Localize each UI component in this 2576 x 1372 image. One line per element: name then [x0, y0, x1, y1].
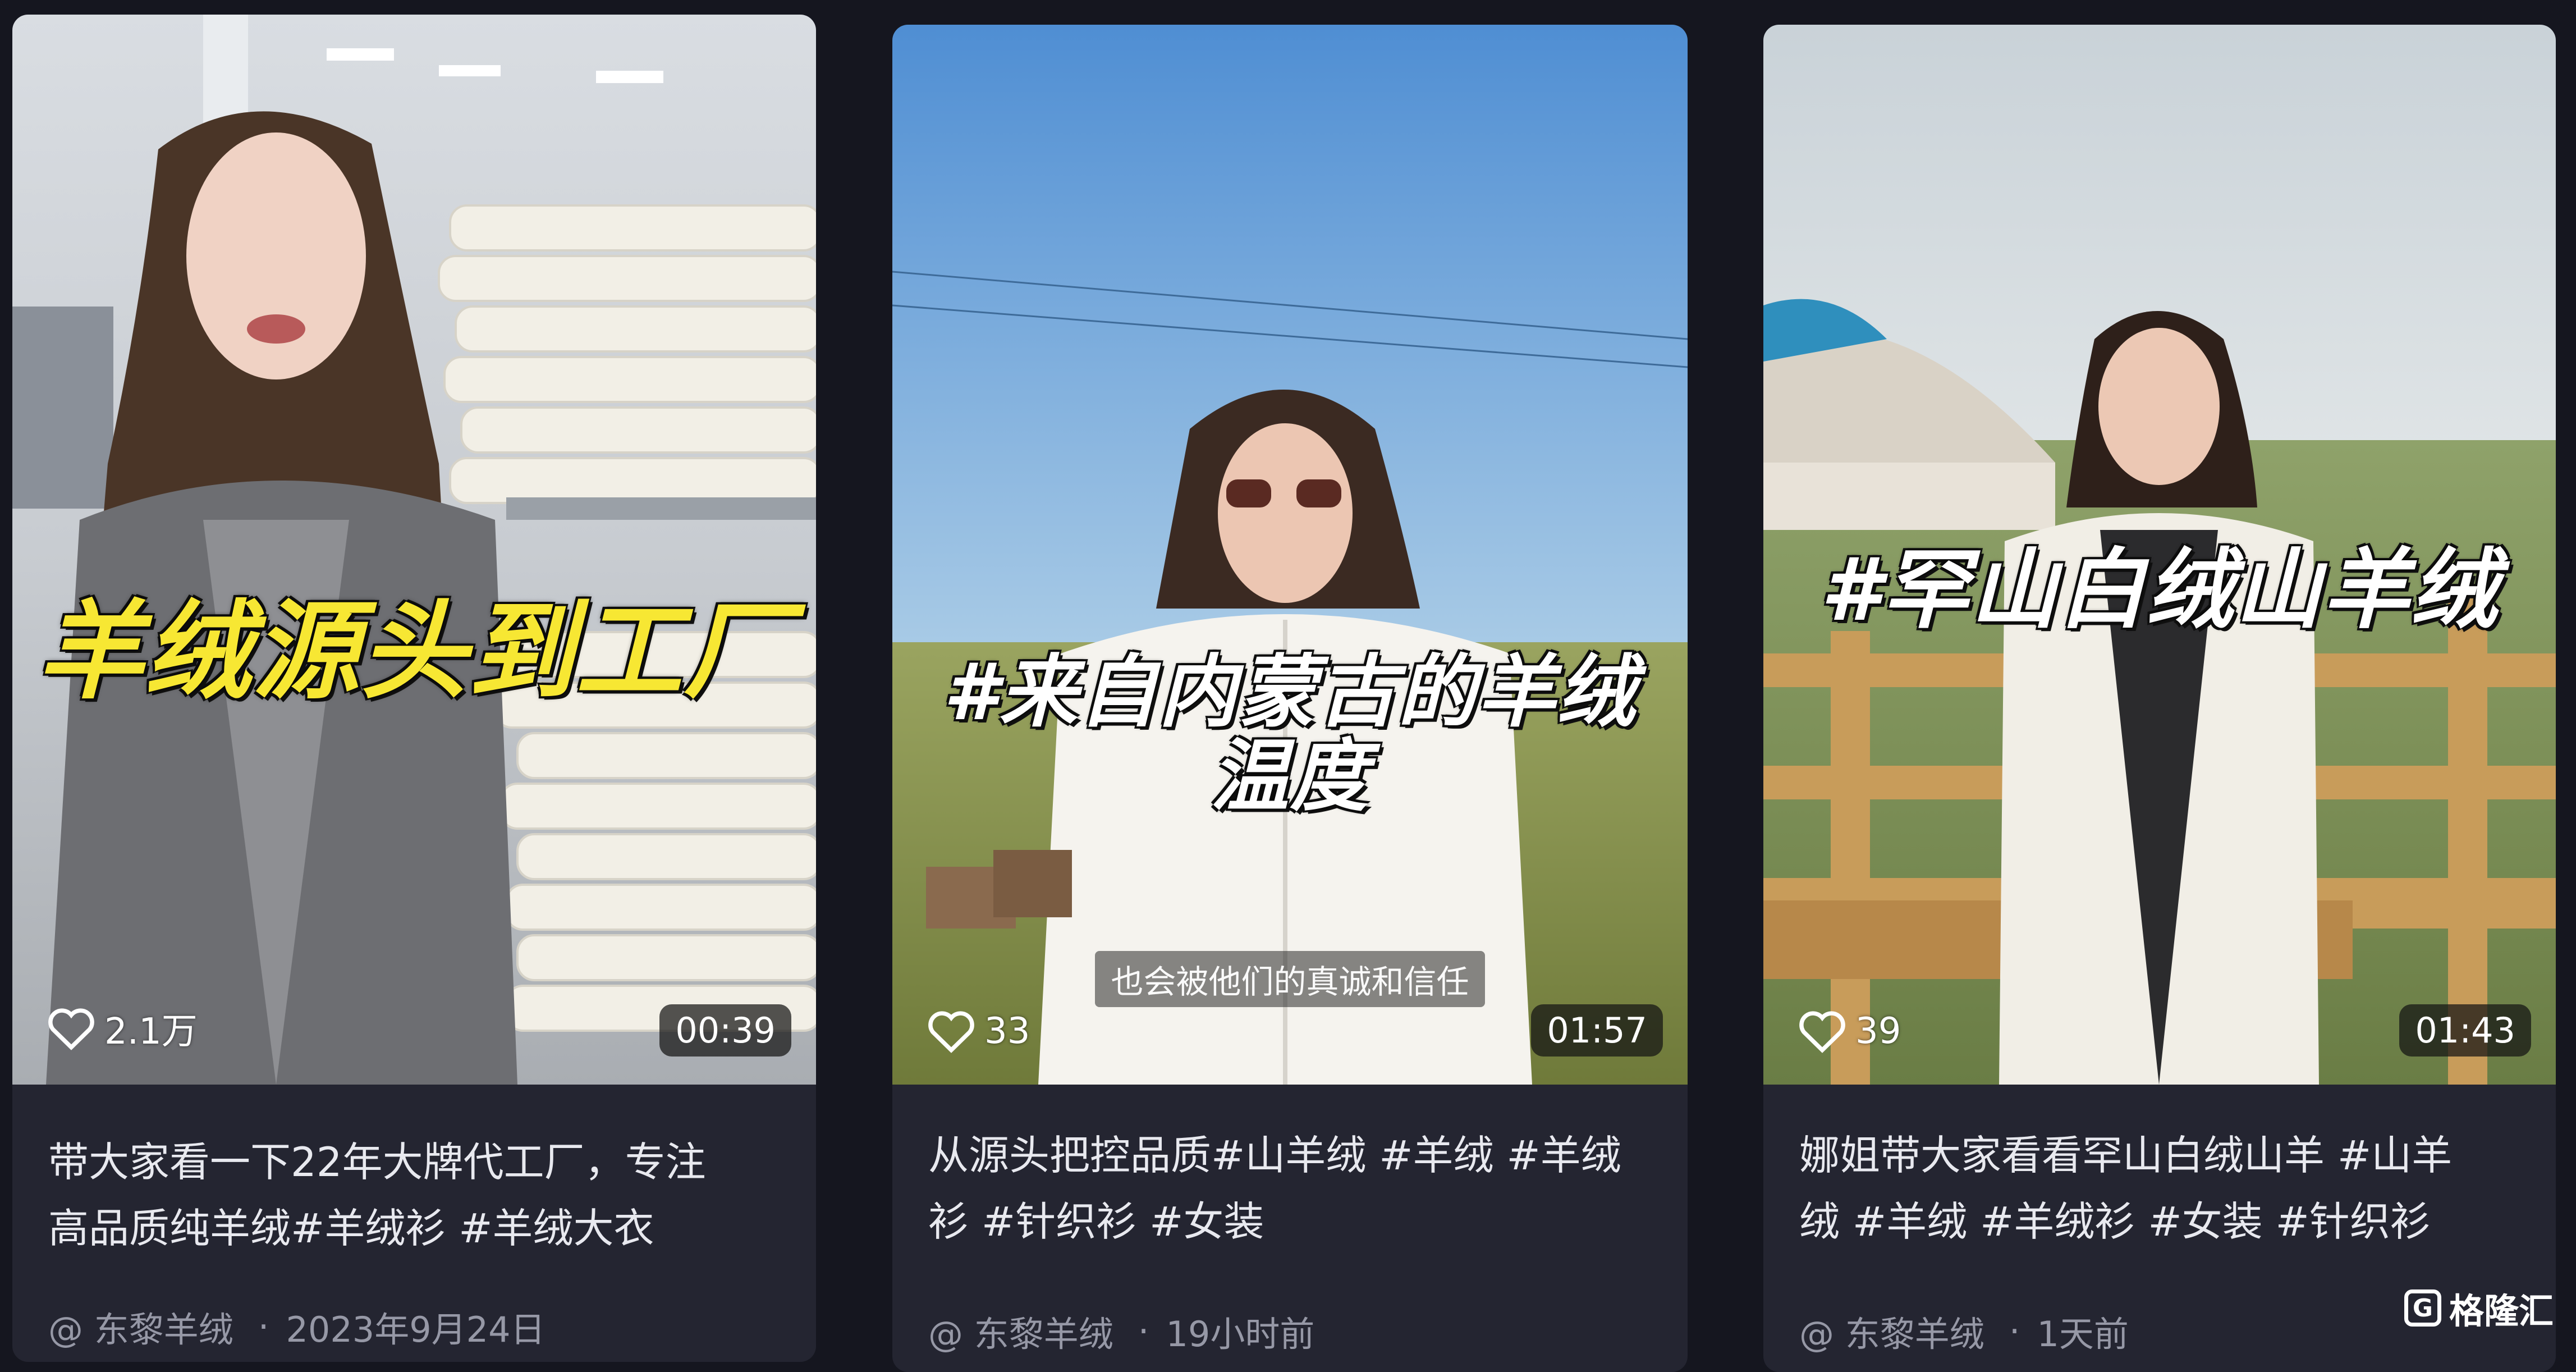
like-count-value: 2.1万 — [104, 1011, 198, 1053]
video-grid: 羊绒源头到工厂 2.1万 00:39 带大家看一下22年大牌代工厂，专注 高品质… — [0, 0, 2576, 1372]
like-count: 39 — [1797, 1008, 1901, 1054]
video-thumbnail[interactable]: #罕山白绒山羊绒 39 01:43 — [1763, 25, 2556, 1085]
like-count-value: 33 — [984, 1010, 1030, 1052]
video-description-line: 衫 #针织衫 #女装 — [928, 1198, 1264, 1245]
video-meta: @ 东黎羊绒 · 2023年9月24日 — [48, 1301, 546, 1352]
watermark-text: 格隆汇 — [2449, 1291, 2554, 1332]
video-overlay-title-line: #来自内蒙古的羊绒 — [943, 647, 1637, 738]
video-thumbnail[interactable]: #来自内蒙古的羊绒 温度 也会被他们的真诚和信任 33 01:57 — [892, 25, 1688, 1085]
video-meta: @ 东黎羊绒 · 1天前 — [1799, 1306, 2129, 1356]
video-description-line: 高品质纯羊绒#羊绒衫 #羊绒大衣 — [48, 1205, 654, 1252]
meta-separator: · — [2009, 1310, 2020, 1352]
heart-outline-icon[interactable] — [1797, 1008, 1848, 1054]
heart-outline-icon[interactable] — [926, 1008, 977, 1054]
video-meta: @ 东黎羊绒 · 19小时前 — [928, 1306, 1314, 1356]
author-name[interactable]: @ 东黎羊绒 — [1799, 1306, 1984, 1356]
publish-time: 1天前 — [2037, 1314, 2129, 1355]
author-name[interactable]: @ 东黎羊绒 — [48, 1301, 233, 1352]
video-description[interactable]: 带大家看一下22年大牌代工厂，专注 高品质纯羊绒#羊绒衫 #羊绒大衣 — [48, 1129, 782, 1261]
video-description[interactable]: 从源头把控品质#山羊绒 #羊绒 #羊绒 衫 #针织衫 #女装 — [928, 1122, 1654, 1255]
video-card-2[interactable]: #来自内蒙古的羊绒 温度 也会被他们的真诚和信任 33 01:57 从源头把控品… — [892, 25, 1688, 1372]
video-card-3[interactable]: #罕山白绒山羊绒 39 01:43 娜姐带大家看看罕山白绒山羊 #山羊 绒 #羊… — [1763, 25, 2556, 1372]
watermark: G 格隆汇 — [2404, 1283, 2554, 1333]
video-card-1[interactable]: 羊绒源头到工厂 2.1万 00:39 带大家看一下22年大牌代工厂，专注 高品质… — [12, 15, 816, 1362]
meta-separator: · — [258, 1306, 269, 1347]
like-count-value: 39 — [1855, 1010, 1901, 1052]
video-description[interactable]: 娜姐带大家看看罕山白绒山羊 #山羊 绒 #羊绒 #羊绒衫 #女装 #针织衫 — [1799, 1122, 2522, 1255]
video-duration-badge: 01:43 — [2399, 1004, 2531, 1057]
meta-separator: · — [1138, 1310, 1149, 1352]
publish-time: 19小时前 — [1166, 1314, 1315, 1355]
gelonghui-logo-icon: G — [2404, 1289, 2441, 1327]
video-overlay-title: #来自内蒙古的羊绒 温度 — [892, 651, 1688, 819]
video-overlay-title-line: 温度 — [1210, 731, 1370, 822]
like-count: 2.1万 — [46, 1003, 198, 1054]
publish-time: 2023年9月24日 — [286, 1309, 546, 1350]
video-caption: 也会被他们的真诚和信任 — [892, 951, 1688, 1007]
like-count: 33 — [926, 1008, 1030, 1054]
author-name[interactable]: @ 东黎羊绒 — [928, 1306, 1113, 1356]
video-description-line: 娜姐带大家看看罕山白绒山羊 #山羊 — [1799, 1132, 2453, 1179]
video-thumbnail[interactable]: 羊绒源头到工厂 2.1万 00:39 — [12, 15, 816, 1085]
video-description-line: 带大家看一下22年大牌代工厂，专注 — [48, 1138, 706, 1186]
video-caption-text: 也会被他们的真诚和信任 — [1095, 951, 1485, 1007]
video-overlay-title: 羊绒源头到工厂 — [36, 589, 791, 714]
video-overlay-title: #罕山白绒山羊绒 — [1820, 539, 2499, 641]
heart-outline-icon[interactable] — [46, 1005, 97, 1051]
video-duration-badge: 00:39 — [659, 1004, 791, 1057]
video-description-line: 从源头把控品质#山羊绒 #羊绒 #羊绒 — [928, 1132, 1621, 1179]
video-duration-badge: 01:57 — [1531, 1004, 1663, 1057]
grassland-scene-image — [892, 25, 1688, 1085]
factory-scene-image — [12, 15, 816, 1085]
video-description-line: 绒 #羊绒 #羊绒衫 #女装 #针织衫 — [1799, 1198, 2431, 1245]
